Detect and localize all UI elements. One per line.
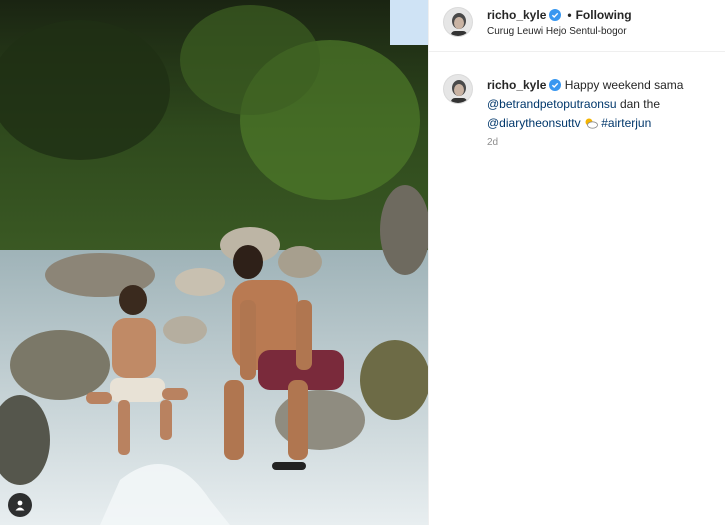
profile-photo-icon bbox=[444, 75, 472, 103]
caption-text-part-2: dan the bbox=[619, 97, 660, 111]
profile-photo-icon bbox=[444, 8, 472, 36]
post-timestamp[interactable]: 2d bbox=[487, 137, 498, 148]
post-header: richo_kyle • Following Curug Leuwi Hejo Se… bbox=[429, 0, 725, 52]
verified-badge-icon bbox=[549, 9, 562, 21]
waterfall-photo-illustration bbox=[0, 0, 428, 525]
caption-username-link[interactable]: richo_kyle bbox=[487, 78, 546, 92]
location-link[interactable]: Curug Leuwi Hejo Sentul-bogor bbox=[487, 26, 627, 37]
person-icon bbox=[15, 500, 25, 511]
user-tags-button[interactable] bbox=[8, 493, 32, 517]
header-author-line: richo_kyle • Following bbox=[487, 8, 632, 22]
separator-dot: • bbox=[567, 8, 572, 22]
following-button[interactable]: Following bbox=[576, 8, 632, 22]
hashtag-link[interactable]: #airterjun bbox=[601, 116, 651, 130]
mention-link-1[interactable]: @betrandpetoputraonsu bbox=[487, 97, 617, 111]
post-photo[interactable] bbox=[0, 0, 428, 525]
author-avatar[interactable] bbox=[443, 7, 473, 37]
caption-text-part-1: Happy weekend sama bbox=[564, 78, 684, 92]
author-username-link[interactable]: richo_kyle bbox=[487, 8, 546, 22]
verified-badge-icon bbox=[549, 79, 562, 91]
caption-text: richo_kyle Happy weekend sama @betrandpe… bbox=[487, 76, 712, 133]
sun-behind-cloud-icon bbox=[585, 118, 598, 129]
caption-author-avatar[interactable] bbox=[443, 74, 473, 104]
mention-link-2[interactable]: @diarytheonsuttv bbox=[487, 116, 581, 130]
post-details-panel: richo_kyle • Following Curug Leuwi Hejo Se… bbox=[428, 0, 725, 525]
